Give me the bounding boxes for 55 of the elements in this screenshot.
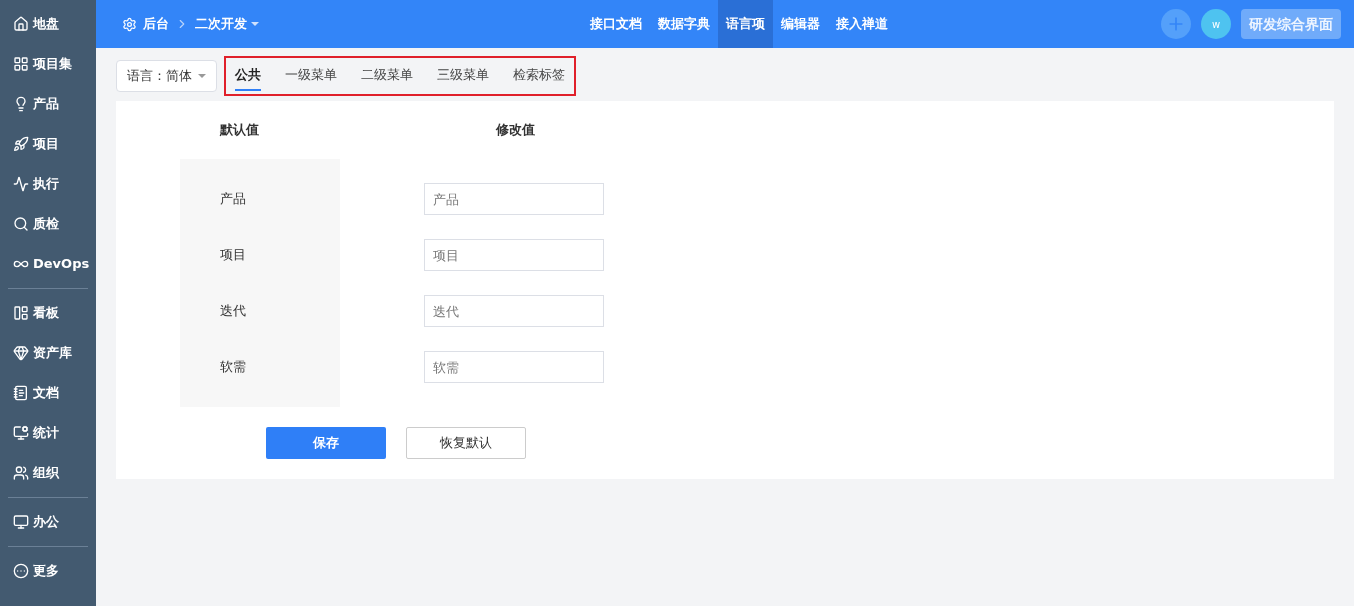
tab[interactable]: 三级菜单 — [437, 61, 489, 91]
nav-tab[interactable]: 编辑器 — [773, 0, 828, 48]
lightbulb-icon — [13, 96, 29, 112]
default-value: 产品 — [220, 190, 246, 209]
nav-tab[interactable]: 语言项 — [718, 0, 773, 48]
default-value: 迭代 — [220, 302, 246, 321]
rocket-icon — [13, 136, 29, 152]
tab[interactable]: 二级菜单 — [361, 61, 413, 91]
save-button[interactable]: 保存 — [266, 427, 386, 459]
breadcrumb-link[interactable]: 后台 — [143, 14, 169, 34]
grid-icon — [13, 56, 29, 72]
sidebar-item[interactable]: 办公 — [8, 502, 88, 542]
reset-button[interactable]: 恢复默认 — [406, 427, 526, 459]
notebook-icon — [13, 385, 29, 401]
tab[interactable]: 公共 — [235, 61, 261, 91]
gem-icon — [13, 345, 29, 361]
sidebar-item[interactable]: 项目 — [0, 124, 96, 164]
nav-tab[interactable]: 数据字典 — [650, 0, 718, 48]
sidebar-item[interactable]: 组织 — [8, 453, 88, 493]
home-icon — [13, 16, 29, 32]
tab[interactable]: 检索标签 — [513, 61, 565, 91]
sidebar-item[interactable]: 更多 — [8, 551, 88, 591]
sidebar-item[interactable]: DevOps — [0, 244, 96, 284]
monitor-icon — [13, 514, 29, 530]
sidebar-item[interactable]: 资产库 — [8, 333, 88, 373]
input-field[interactable]: 迭代 — [424, 295, 604, 327]
search-icon — [13, 216, 29, 232]
sidebar-item[interactable]: 地盘 — [0, 4, 96, 44]
add-button[interactable] — [1161, 9, 1191, 39]
column-header: 修改值 — [496, 121, 535, 140]
sidebar-item[interactable]: 质检 — [0, 204, 96, 244]
settings-icon — [122, 16, 137, 32]
sidebar-item[interactable]: 执行 — [0, 164, 96, 204]
sidebar-item[interactable]: 文档 — [8, 373, 88, 413]
nav-tab[interactable]: 接口文档 — [582, 0, 650, 48]
default-value: 项目 — [220, 246, 246, 265]
language-select[interactable]: 语言：简体 — [116, 60, 217, 92]
tab[interactable]: 一级菜单 — [285, 61, 337, 91]
monitor-icon — [13, 425, 29, 441]
layout-icon — [13, 305, 29, 321]
default-value: 软需 — [220, 358, 246, 377]
input-field[interactable]: 软需 — [424, 351, 604, 383]
input-field[interactable]: 项目 — [424, 239, 604, 271]
users-icon — [13, 465, 29, 481]
sidebar-item[interactable]: 项目集 — [0, 44, 96, 84]
nav-tab[interactable]: 接入禅道 — [828, 0, 896, 48]
sidebar-item[interactable]: 看板 — [8, 293, 88, 333]
sidebar-item[interactable]: 统计 — [8, 413, 88, 453]
breadcrumb-dropdown[interactable]: 二次开发 — [195, 14, 259, 34]
caret-icon — [251, 22, 259, 26]
more-icon — [13, 563, 29, 579]
input-field[interactable]: 产品 — [424, 183, 604, 215]
pulse-icon — [13, 176, 29, 192]
sidebar-item[interactable]: 产品 — [0, 84, 96, 124]
column-header: 默认值 — [220, 121, 260, 140]
